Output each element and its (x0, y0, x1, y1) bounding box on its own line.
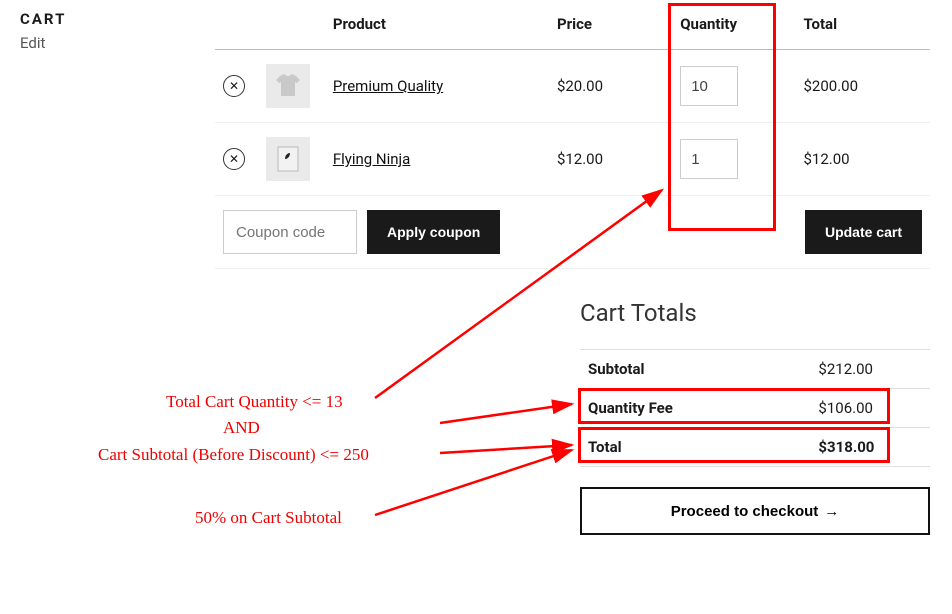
total-value: $318.00 (708, 428, 930, 467)
poster-icon (272, 143, 304, 175)
table-row: ✕ Flying Ninja $12.00 $12.00 (215, 123, 930, 196)
header-price: Price (549, 5, 672, 50)
totals-row-total: Total $318.00 (580, 428, 930, 467)
close-icon: ✕ (229, 153, 239, 165)
sidebar: CART Edit (20, 10, 180, 52)
checkout-label: Proceed to checkout (671, 503, 819, 520)
quantity-input[interactable] (680, 139, 738, 179)
product-link[interactable]: Flying Ninja (333, 150, 411, 168)
fee-value: $106.00 (708, 389, 930, 428)
totals-row-subtotal: Subtotal $212.00 (580, 350, 930, 389)
remove-item-button[interactable]: ✕ (223, 148, 245, 170)
header-total: Total (795, 5, 930, 50)
close-icon: ✕ (229, 80, 239, 92)
totals-row-fee: Quantity Fee $106.00 (580, 389, 930, 428)
sidebar-title: CART (20, 10, 180, 28)
table-row: ✕ Premium Quality $20.00 $200.00 (215, 50, 930, 123)
annotation-text-subtotal: Cart Subtotal (Before Discount) <= 250 (98, 445, 369, 465)
cart-totals-title: Cart Totals (580, 299, 930, 327)
apply-coupon-button[interactable]: Apply coupon (367, 210, 500, 254)
cart-table: Product Price Quantity Total ✕ Premium Q… (215, 5, 930, 269)
subtotal-value: $212.00 (708, 350, 930, 389)
total-label: Total (580, 428, 708, 467)
product-thumbnail[interactable] (266, 137, 310, 181)
item-price: $12.00 (549, 123, 672, 196)
header-product: Product (325, 5, 549, 50)
item-price: $20.00 (549, 50, 672, 123)
quantity-input[interactable] (680, 66, 738, 106)
remove-item-button[interactable]: ✕ (223, 75, 245, 97)
fee-label: Quantity Fee (580, 389, 708, 428)
cart-totals: Cart Totals Subtotal $212.00 Quantity Fe… (580, 299, 930, 535)
annotation-text-qty: Total Cart Quantity <= 13 (166, 392, 343, 412)
annotation-text-50pct: 50% on Cart Subtotal (195, 508, 342, 528)
arrow-right-icon: → (824, 503, 839, 520)
item-total: $200.00 (795, 50, 930, 123)
product-link[interactable]: Premium Quality (333, 77, 443, 95)
tshirt-icon (272, 70, 304, 102)
totals-table: Subtotal $212.00 Quantity Fee $106.00 To… (580, 349, 930, 467)
sidebar-edit-link[interactable]: Edit (20, 34, 180, 52)
coupon-input[interactable] (223, 210, 357, 254)
subtotal-label: Subtotal (580, 350, 708, 389)
item-total: $12.00 (795, 123, 930, 196)
annotation-text-and: AND (223, 418, 260, 438)
update-cart-button[interactable]: Update cart (805, 210, 922, 254)
proceed-to-checkout-button[interactable]: Proceed to checkout → (580, 487, 930, 535)
header-quantity: Quantity (672, 5, 795, 50)
product-thumbnail[interactable] (266, 64, 310, 108)
